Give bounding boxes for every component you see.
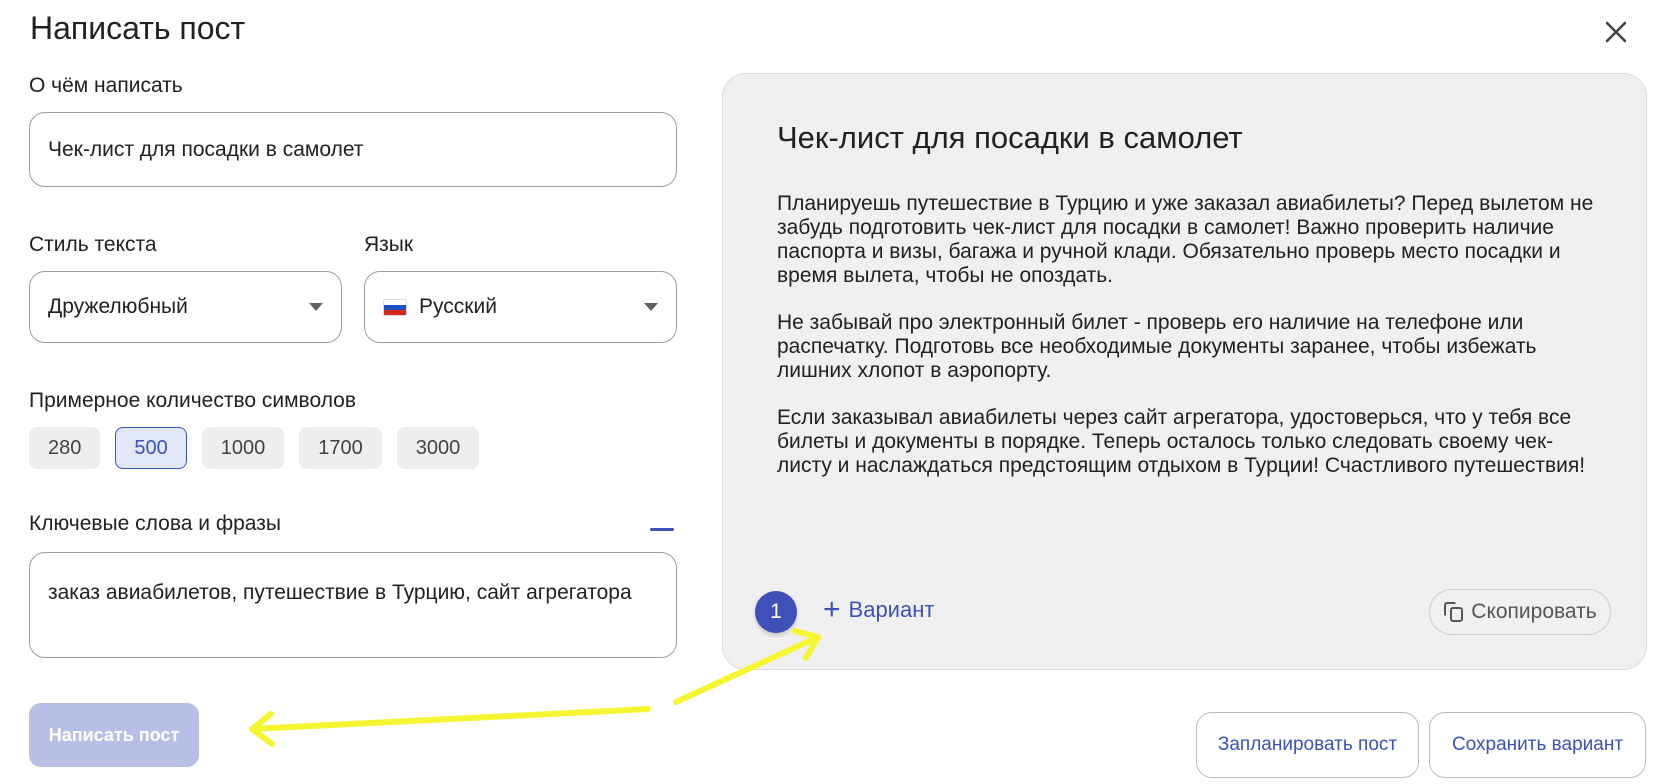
topic-label: О чём написать xyxy=(29,74,183,97)
length-option-500[interactable]: 500 xyxy=(115,427,187,469)
close-icon[interactable] xyxy=(1600,16,1632,48)
copy-label: Скопировать xyxy=(1471,600,1597,623)
schedule-post-button[interactable]: Запланировать пост xyxy=(1196,712,1419,778)
copy-icon xyxy=(1443,601,1465,623)
variant-number-badge[interactable]: 1 xyxy=(755,591,797,633)
keywords-label: Ключевые слова и фразы xyxy=(29,512,281,535)
preview-paragraph: Планируешь путешествие в Турцию и уже за… xyxy=(777,192,1594,287)
language-select[interactable]: Русский xyxy=(364,271,677,343)
language-label: Язык xyxy=(364,233,414,256)
copy-button[interactable]: Скопировать xyxy=(1429,589,1611,635)
length-option-280[interactable]: 280 xyxy=(29,427,101,469)
preview-paragraph: Если заказывал авиабилеты через сайт агр… xyxy=(777,406,1586,477)
preview-title: Чек-лист для посадки в самолет xyxy=(777,120,1243,155)
length-option-3000[interactable]: 3000 xyxy=(396,427,480,469)
russia-flag-icon xyxy=(383,298,407,316)
page-title: Написать пост xyxy=(30,10,246,46)
add-variant-button[interactable]: + Вариант xyxy=(823,593,935,626)
collapse-minus-icon[interactable] xyxy=(650,528,674,531)
annotation-arrow-left xyxy=(249,706,651,732)
length-option-1000[interactable]: 1000 xyxy=(201,427,285,469)
dropdown-arrow-icon xyxy=(644,303,658,311)
style-select-value: Дружелюбный xyxy=(48,295,188,318)
keywords-input[interactable]: заказ авиабилетов, путешествие в Турцию,… xyxy=(29,552,677,658)
dropdown-arrow-icon xyxy=(309,303,323,311)
length-option-1700[interactable]: 1700 xyxy=(299,427,382,469)
length-label: Примерное количество символов xyxy=(29,389,357,412)
preview-text: Планируешь путешествие в Турцию и уже за… xyxy=(777,192,1597,501)
language-select-value: Русский xyxy=(419,295,497,318)
preview-paragraph: Не забывай про электронный билет - прове… xyxy=(777,311,1537,382)
length-options: 280 500 1000 1700 3000 xyxy=(29,427,480,469)
add-variant-label: Вариант xyxy=(848,597,935,622)
write-post-button[interactable]: Написать пост xyxy=(29,703,199,767)
style-select[interactable]: Дружелюбный xyxy=(29,271,342,343)
save-variant-button[interactable]: Сохранить вариант xyxy=(1429,712,1646,778)
annotation-arrowhead-left xyxy=(249,711,275,747)
topic-input[interactable]: Чек-лист для посадки в самолет xyxy=(29,112,677,187)
preview-panel: Чек-лист для посадки в самолет Планируеш… xyxy=(722,73,1647,670)
plus-icon: + xyxy=(823,593,841,626)
style-label: Стиль текста xyxy=(29,233,157,256)
topic-input-value: Чек-лист для посадки в самолет xyxy=(48,137,364,161)
